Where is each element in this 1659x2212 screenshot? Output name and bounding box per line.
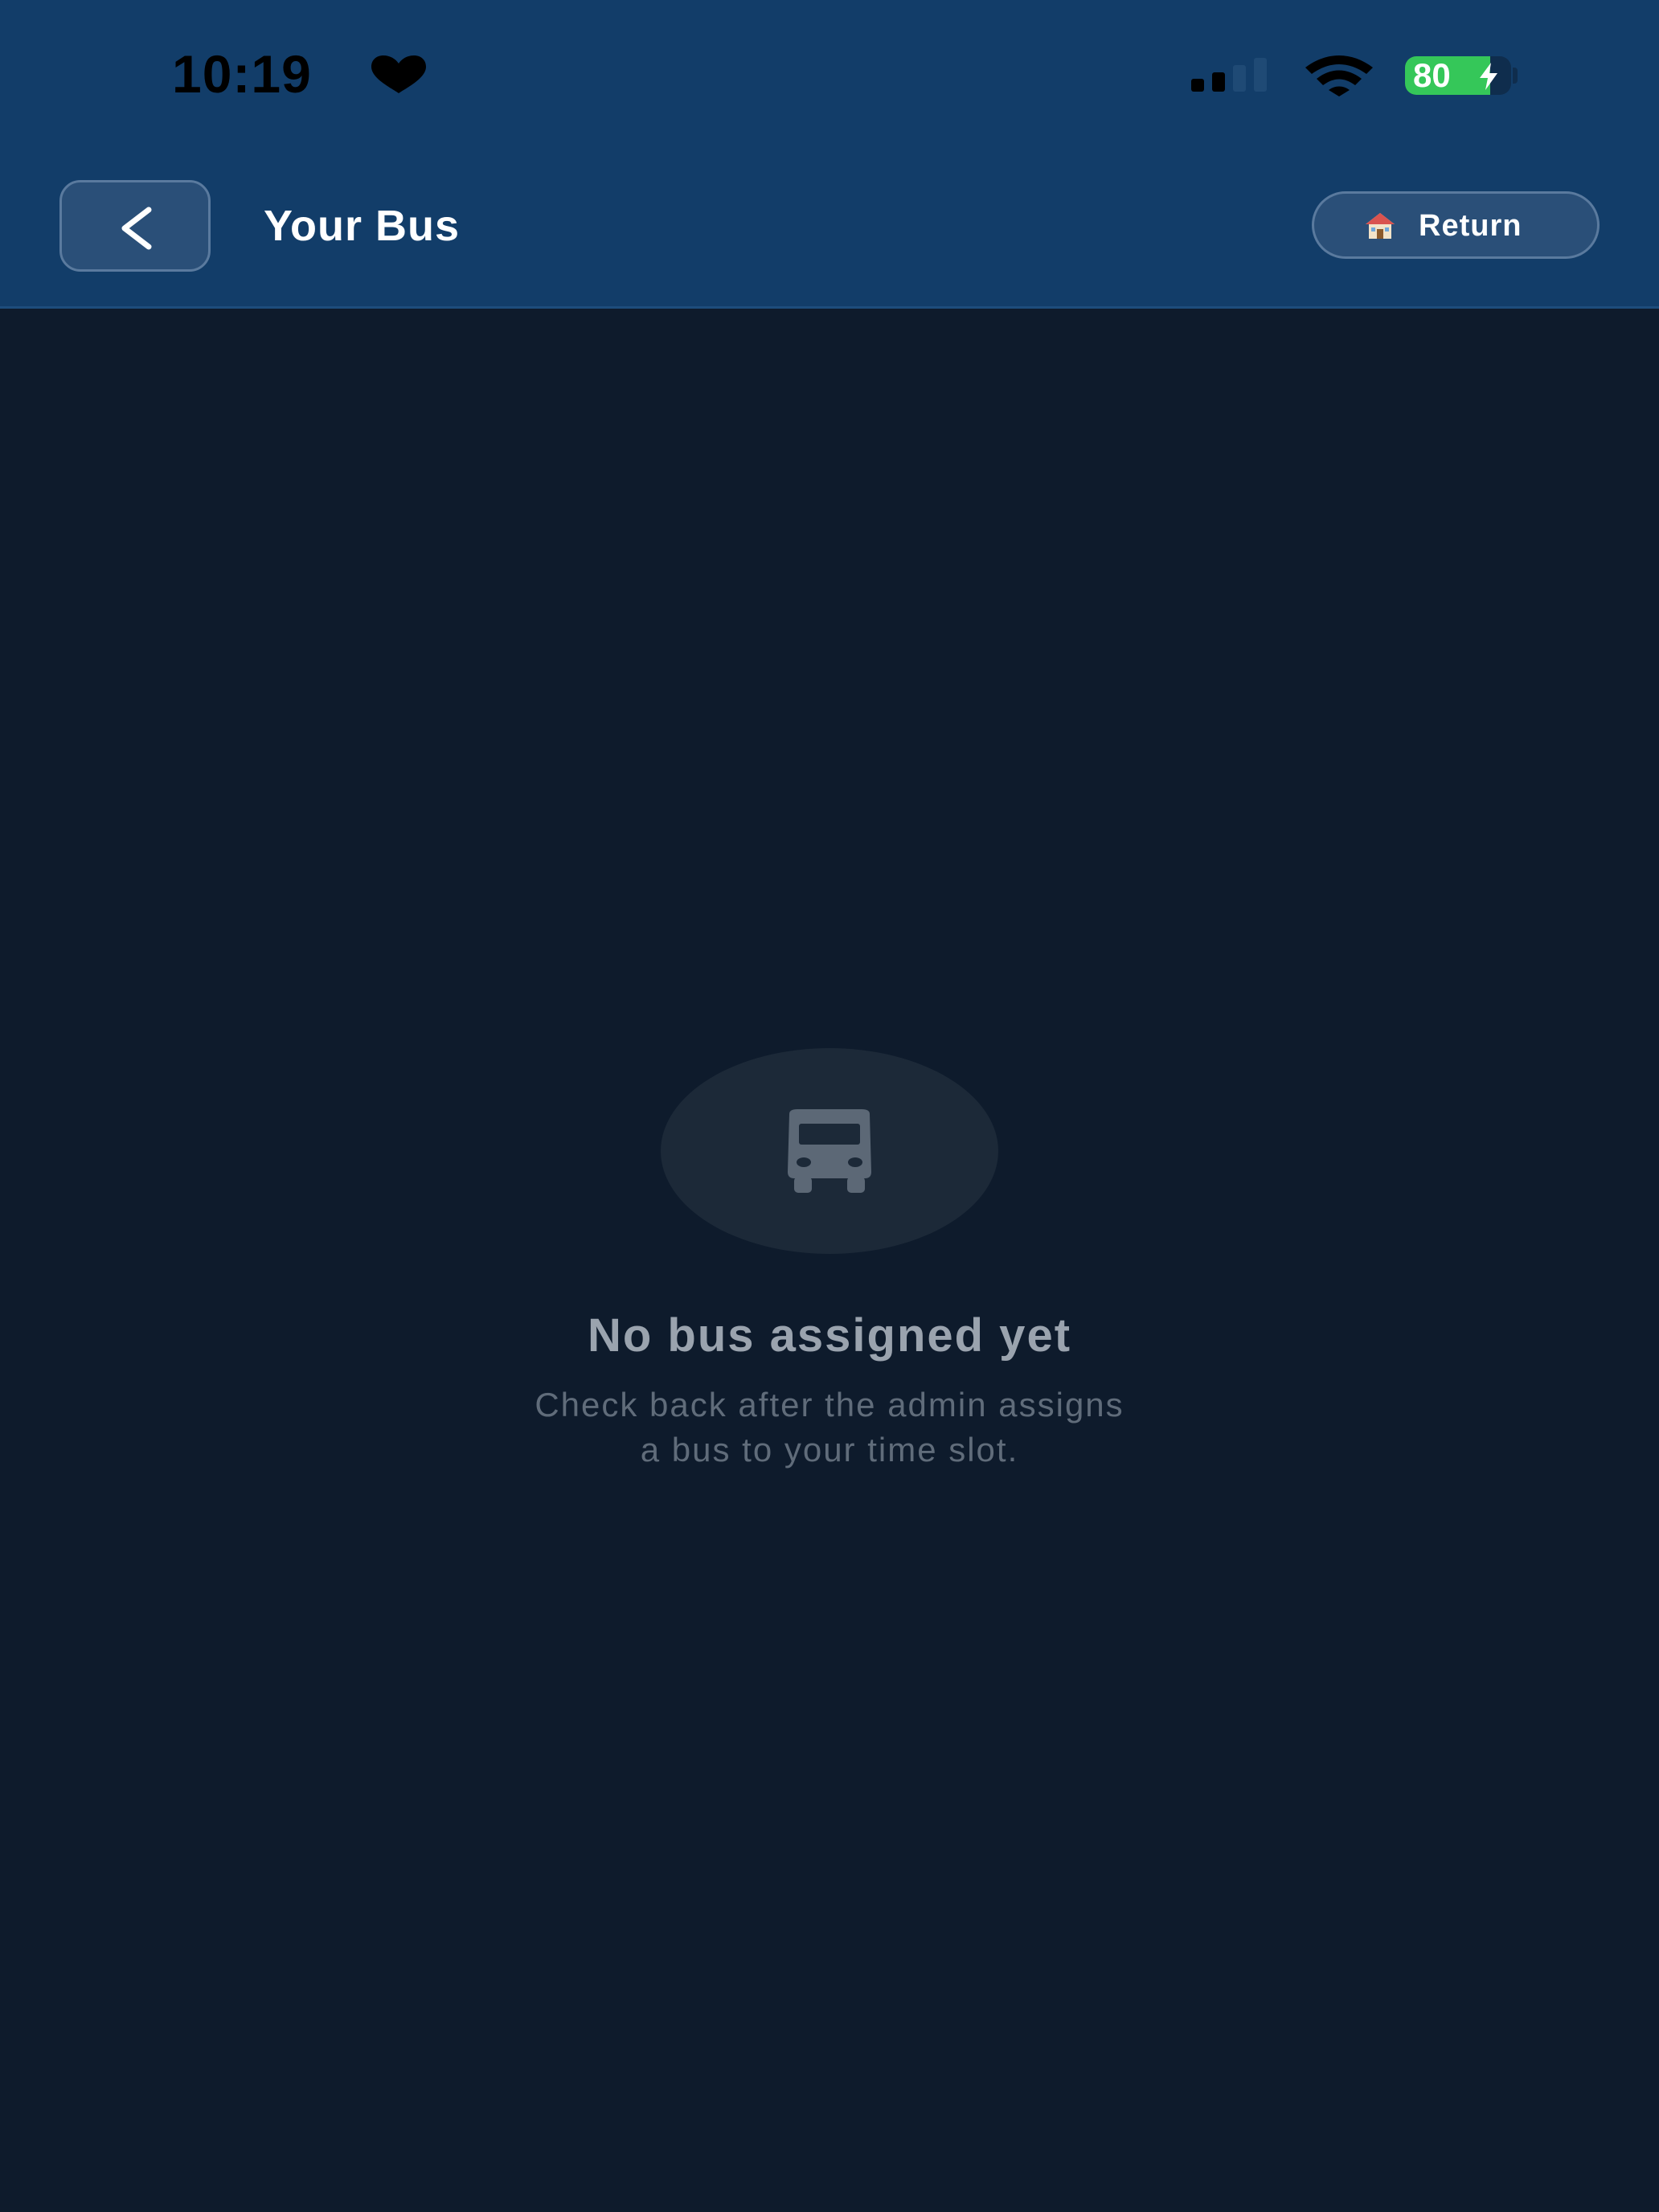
heart-icon: [371, 55, 426, 93]
charging-bolt-icon: [1480, 63, 1497, 90]
house-icon: [1366, 213, 1395, 239]
battery-indicator: 80: [1405, 56, 1511, 95]
battery-percent: 80: [1413, 56, 1451, 94]
empty-state-subtitle-line-1: Check back after the admin assigns: [535, 1386, 1124, 1423]
app-screen: 10:19 80 Your Bus Return No bus assigned…: [0, 0, 1659, 2212]
cellular-signal-icon: [1191, 58, 1267, 92]
empty-state-subtitle-line-2: a bus to your time slot.: [640, 1431, 1019, 1469]
status-time: 10:19: [172, 44, 312, 104]
return-button-label: Return: [1419, 209, 1522, 243]
chevron-left-icon: [121, 207, 152, 250]
empty-state-title: No bus assigned yet: [587, 1309, 1072, 1362]
header: 10:19 80 Your Bus Return: [0, 0, 1659, 309]
wifi-icon: [1305, 55, 1373, 96]
bus-icon: [788, 1109, 871, 1193]
back-button[interactable]: [59, 180, 211, 272]
page-title: Your Bus: [264, 202, 461, 250]
return-button[interactable]: Return: [1312, 191, 1600, 259]
empty-state-icon-circle: [661, 1048, 998, 1254]
battery-cap: [1513, 68, 1518, 84]
empty-state-subtitle: Check back after the admin assigns a bus…: [347, 1382, 1312, 1473]
